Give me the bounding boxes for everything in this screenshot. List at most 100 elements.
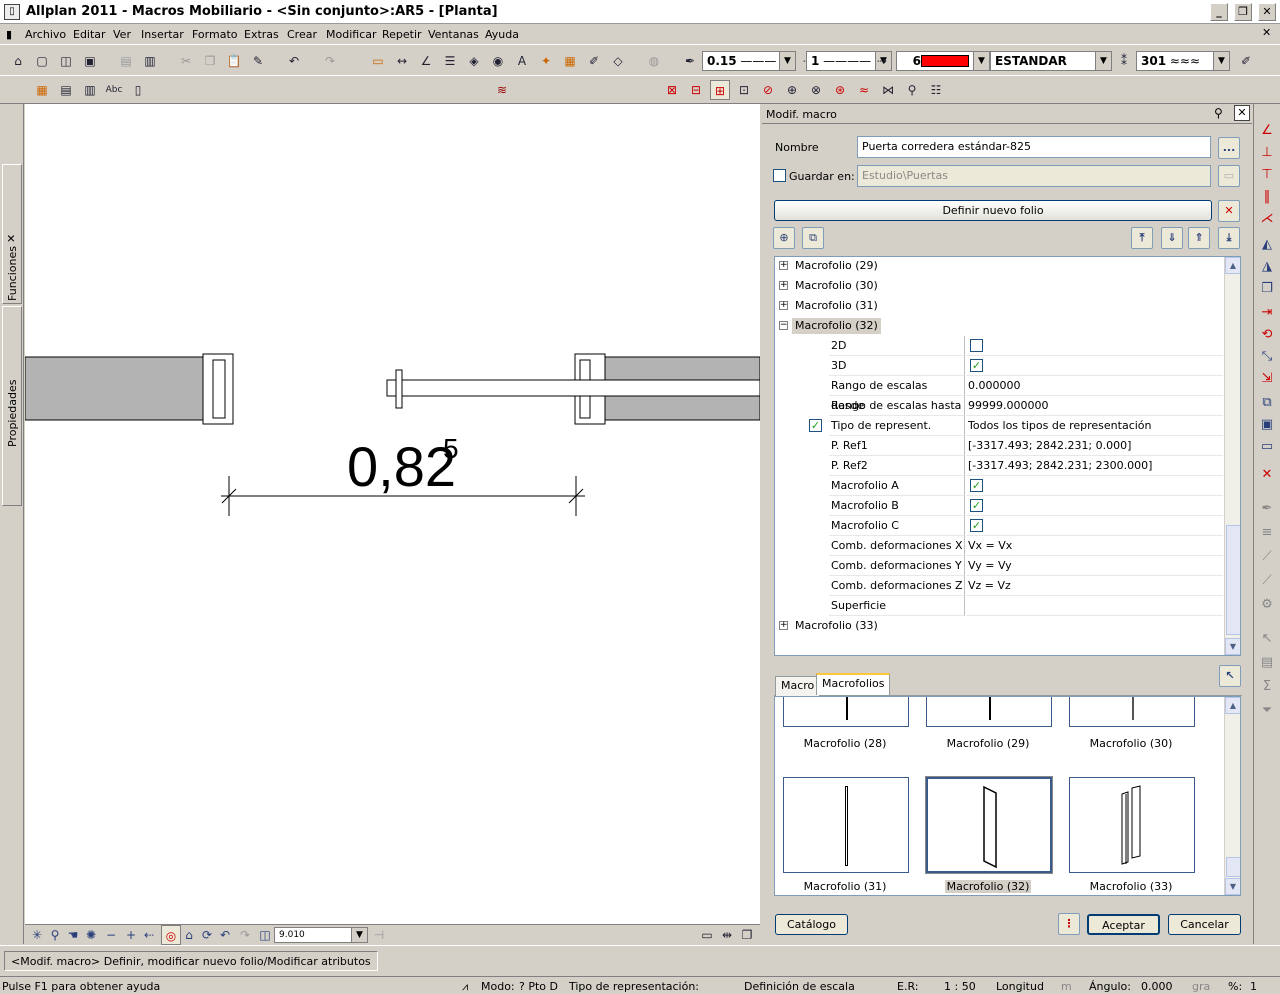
layer-select[interactable]: ESTANDAR ▼ [990, 51, 1112, 71]
pen-style-icon[interactable]: ≡ [1258, 524, 1276, 542]
sum-icon[interactable]: Σ [1258, 678, 1276, 696]
length-unit[interactable]: m [1061, 980, 1072, 993]
property-value[interactable]: ✓ [966, 516, 1223, 536]
property-row[interactable]: Comb. deformaciones X Vx = Vx [775, 536, 1223, 556]
color-type-icon[interactable]: ⇢ [872, 51, 892, 71]
color-style-icon[interactable]: ⟋ [1258, 572, 1276, 590]
property-row[interactable]: P. Ref2 [-3317.493; 2842.231; 2300.000] [775, 456, 1223, 476]
format-brush-icon[interactable]: ✐ [1236, 51, 1256, 71]
measure-icon[interactable]: ▭ [368, 51, 388, 71]
browse-button[interactable]: ... [1218, 137, 1240, 159]
property-checkbox[interactable] [970, 339, 983, 352]
chevron-down-icon[interactable]: ▼ [1213, 52, 1229, 70]
property-row[interactable]: Rango de escalas desde 0.000000 [775, 376, 1223, 412]
distance-icon[interactable]: ↔ [392, 51, 412, 71]
menu-ver[interactable]: Ver [113, 28, 131, 41]
property-value[interactable]: [-3317.493; 2842.231; 2300.000] [966, 456, 1223, 476]
redo-view-icon[interactable]: ↷ [235, 925, 255, 945]
delete-icon[interactable]: ✕ [1258, 466, 1276, 484]
expand-icon[interactable]: + [779, 301, 788, 310]
folder-icon[interactable]: ▭ [1218, 165, 1240, 187]
filter-icon-1[interactable]: ⊠ [662, 80, 682, 100]
thumbnail-28[interactable] [783, 697, 909, 727]
restore-button[interactable]: ❐ [1234, 3, 1252, 21]
menu-doc-icon[interactable]: ▮ [6, 28, 12, 41]
saved-views-icon[interactable]: ◫ [255, 925, 275, 945]
menu-formato[interactable]: Formato [192, 28, 238, 41]
undo-icon[interactable]: ↶ [284, 51, 304, 71]
tree-node[interactable]: + Macrofolio (31) [775, 296, 1223, 316]
attributes-icon[interactable]: ✦ [536, 51, 556, 71]
property-value[interactable] [966, 336, 1223, 356]
property-value[interactable]: ✓ [966, 356, 1223, 376]
angle-value[interactable]: 0.000 [1141, 980, 1173, 993]
menu-extras[interactable]: Extras [244, 28, 279, 41]
tree-node[interactable]: + Macrofolio (33) [775, 616, 1223, 636]
pin-icon[interactable]: ⊣ [369, 925, 389, 945]
modify-icon-2[interactable]: ⊥ [1258, 144, 1276, 162]
tab-macro[interactable]: Macro [775, 676, 821, 696]
expand-icon[interactable]: + [779, 281, 788, 290]
scale-icon[interactable]: ⤡ [1258, 348, 1276, 366]
color-select[interactable]: 6 ▼ [896, 51, 990, 71]
menu-archivo[interactable]: Archivo [25, 28, 66, 41]
view-frame-icon[interactable]: ▭ [697, 925, 717, 945]
filter-icon-10[interactable]: ⋈ [878, 80, 898, 100]
expand-arrow-icon[interactable]: ↖ [1219, 665, 1241, 687]
accept-button[interactable]: Aceptar [1087, 914, 1160, 935]
tab-functions[interactable]: ✕ Funciones [2, 164, 22, 304]
angle-unit[interactable]: gra [1192, 980, 1210, 993]
layer-icon[interactable]: ◈ [464, 51, 484, 71]
cube-icon[interactable]: ◇ [608, 51, 628, 71]
catalog-button[interactable]: Catálogo [775, 914, 848, 935]
group-icon[interactable]: ⧉ [1258, 394, 1276, 412]
print-icon[interactable]: ▥ [140, 51, 160, 71]
stretch-icon[interactable]: ⇲ [1258, 370, 1276, 388]
app-icon[interactable]: ▯ [4, 4, 20, 20]
scale-definition[interactable]: Definición de escala [744, 980, 855, 993]
menu-modificar[interactable]: Modificar [326, 28, 377, 41]
paste-icon[interactable]: 📋 [224, 51, 244, 71]
pointer-icon[interactable]: ↖ [1258, 630, 1276, 648]
move-up-icon[interactable]: ⇑ [1188, 227, 1210, 249]
tree-node[interactable]: + Macrofolio (29) [775, 257, 1223, 276]
move-top-icon[interactable]: ⤒ [1131, 227, 1153, 249]
property-value[interactable]: 0.000000 [966, 376, 1223, 396]
layout-icon[interactable]: ▥ [80, 80, 100, 100]
print-preview-icon[interactable]: ▤ [116, 51, 136, 71]
thumbnail-32-selected[interactable] [925, 776, 1053, 874]
modify-icon-1[interactable]: ∠ [1258, 122, 1276, 140]
property-row[interactable]: Macrofolio C ✓ [775, 516, 1223, 536]
open-file-icon[interactable]: ◫ [56, 51, 76, 71]
attribute-style-icon[interactable]: ⚙ [1258, 596, 1276, 614]
drawing-files-icon[interactable]: ▤ [56, 80, 76, 100]
filter-icon-2[interactable]: ⊟ [686, 80, 706, 100]
menu-ayuda[interactable]: Ayuda [485, 28, 519, 41]
zoom-out-icon[interactable]: − [101, 925, 121, 945]
property-row[interactable]: 2D [775, 336, 1223, 356]
regen-icon[interactable]: ◎ [161, 925, 181, 945]
scroll-up-icon[interactable]: ▲ [1225, 257, 1240, 274]
tree-scrollbar[interactable]: ▲ ▼ [1224, 257, 1240, 655]
chevron-down-icon[interactable]: ▼ [1095, 52, 1111, 70]
eyedropper-icon[interactable]: ✒ [680, 51, 700, 71]
property-row[interactable]: P. Ref1 [-3317.493; 2842.231; 0.000] [775, 436, 1223, 456]
property-value[interactable]: 99999.000000 [966, 396, 1223, 416]
pattern-type-icon[interactable]: ⁑ [1114, 51, 1134, 71]
filter-icon-8[interactable]: ⊛ [830, 80, 850, 100]
property-value[interactable]: Vz = Vz [966, 576, 1223, 596]
property-value[interactable]: ✓ [966, 476, 1223, 496]
previous-view-icon[interactable]: ⇠ [139, 925, 159, 945]
property-value[interactable]: [-3317.493; 2842.231; 0.000] [966, 436, 1223, 456]
property-checkbox[interactable]: ✓ [970, 499, 983, 512]
minimize-button[interactable]: _ [1210, 3, 1228, 21]
tree-node[interactable]: + Macrofolio (30) [775, 276, 1223, 296]
property-value[interactable] [966, 596, 1223, 616]
open-project-icon[interactable]: ⌂ [8, 51, 28, 71]
property-row[interactable]: Comb. deformaciones Z Vz = Vz [775, 576, 1223, 596]
modify-icon-5[interactable]: ⋌ [1258, 210, 1276, 228]
spelling-icon[interactable]: Abc [104, 80, 124, 100]
property-row[interactable]: Superficie [775, 596, 1223, 616]
scroll-thumb[interactable] [1226, 525, 1240, 635]
list-icon[interactable]: ☰ [440, 51, 460, 71]
